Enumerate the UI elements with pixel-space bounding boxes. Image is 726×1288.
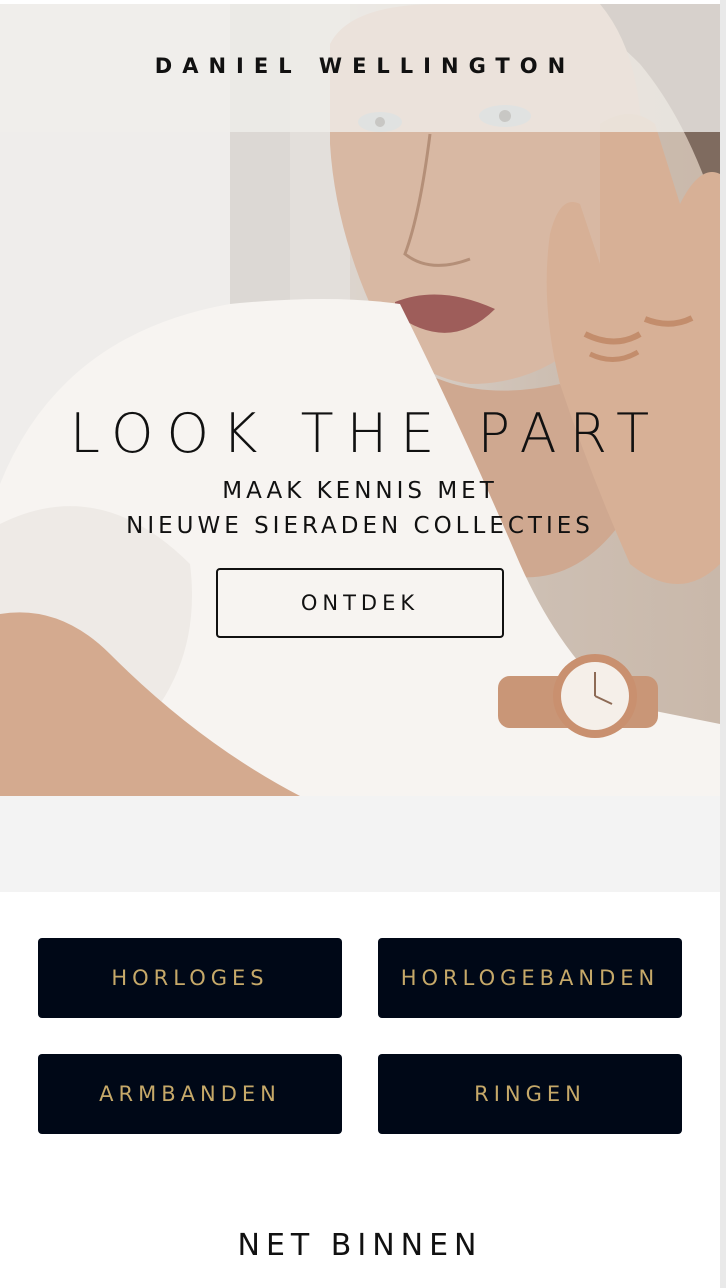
page-edge [720,0,726,1288]
section-title-new-arrivals: NET BINNEN [237,1228,483,1263]
hero-subline-1: MAAK KENNIS MET [222,478,498,504]
hero-subline-2: NIEUWE SIERADEN COLLECTIES [126,513,594,539]
category-button-armbanden[interactable]: ARMBANDEN [38,1054,342,1134]
brand-logo[interactable]: DANIEL WELLINGTON [0,54,720,78]
category-button-horlogebanden[interactable]: HORLOGEBANDEN [378,938,682,1018]
spacer-band [0,796,720,892]
category-button-ringen[interactable]: RINGEN [378,1054,682,1134]
discover-button[interactable]: ONTDEK [216,568,504,638]
hero-headline: LOOK THE PART [69,402,663,465]
page: DANIEL WELLINGTON LOOK THE PART MAAK KEN… [0,0,720,1288]
category-button-horloges[interactable]: HORLOGES [38,938,342,1018]
